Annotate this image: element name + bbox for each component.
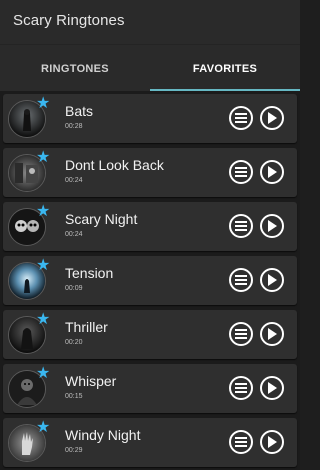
ringtone-name: Tension: [65, 265, 114, 281]
ringtone-duration: 00:09: [65, 285, 83, 292]
tab-favorites[interactable]: FAVORITES: [150, 45, 300, 92]
favorite-star-icon[interactable]: ★: [36, 96, 50, 112]
ringtone-duration: 00:29: [65, 447, 83, 454]
options-menu-button[interactable]: [229, 376, 253, 400]
list-item[interactable]: ★ Tension 00:09: [3, 256, 297, 305]
list-item[interactable]: ★ Bats 00:28: [3, 94, 297, 143]
list-item[interactable]: ★ Scary Night 00:24: [3, 202, 297, 251]
play-button[interactable]: [260, 322, 284, 346]
play-icon: [268, 166, 277, 178]
options-menu-button[interactable]: [229, 430, 253, 454]
menu-icon: [235, 275, 247, 285]
ringtone-duration: 00:28: [65, 123, 83, 130]
play-icon: [268, 220, 277, 232]
favorite-star-icon[interactable]: ★: [36, 258, 50, 274]
ringtone-duration: 00:24: [65, 231, 83, 238]
list-item[interactable]: ★ Thriller 00:20: [3, 310, 297, 359]
play-icon: [268, 436, 277, 448]
app-bar: Scary Ringtones: [0, 0, 300, 44]
ringtone-name: Scary Night: [65, 211, 138, 227]
play-button[interactable]: [260, 160, 284, 184]
ringtone-name: Dont Look Back: [65, 157, 164, 173]
ringtone-name: Whisper: [65, 373, 117, 389]
play-icon: [268, 274, 277, 286]
ringtone-duration: 00:20: [65, 339, 83, 346]
app-title: Scary Ringtones: [13, 12, 125, 29]
play-button[interactable]: [260, 430, 284, 454]
options-menu-button[interactable]: [229, 160, 253, 184]
tab-ringtones[interactable]: RINGTONES: [0, 45, 150, 92]
list-item[interactable]: ★ Whisper 00:15: [3, 364, 297, 413]
menu-icon: [235, 383, 247, 393]
favorite-star-icon[interactable]: ★: [36, 420, 50, 436]
options-menu-button[interactable]: [229, 106, 253, 130]
favorite-star-icon[interactable]: ★: [36, 366, 50, 382]
play-icon: [268, 382, 277, 394]
play-button[interactable]: [260, 106, 284, 130]
options-menu-button[interactable]: [229, 214, 253, 238]
menu-icon: [235, 113, 247, 123]
list-item[interactable]: ★ Dont Look Back 00:24: [3, 148, 297, 197]
menu-icon: [235, 329, 247, 339]
ringtone-name: Windy Night: [65, 427, 141, 443]
ringtone-duration: 00:24: [65, 177, 83, 184]
ringtone-name: Bats: [65, 103, 94, 119]
favorite-star-icon[interactable]: ★: [36, 312, 50, 328]
play-button[interactable]: [260, 376, 284, 400]
favorite-star-icon[interactable]: ★: [36, 204, 50, 220]
play-icon: [268, 328, 277, 340]
ringtone-list[interactable]: ★ Bats 00:28 ★ Dont Look Back 00:24 ★ Sc…: [0, 91, 300, 470]
list-item[interactable]: ★ Windy Night 00:29: [3, 418, 297, 467]
play-button[interactable]: [260, 268, 284, 292]
play-icon: [268, 112, 277, 124]
options-menu-button[interactable]: [229, 268, 253, 292]
tab-bar: RINGTONES FAVORITES: [0, 44, 300, 92]
play-button[interactable]: [260, 214, 284, 238]
ringtone-name: Thriller: [65, 319, 108, 335]
menu-icon: [235, 167, 247, 177]
favorite-star-icon[interactable]: ★: [36, 150, 50, 166]
menu-icon: [235, 221, 247, 231]
options-menu-button[interactable]: [229, 322, 253, 346]
menu-icon: [235, 437, 247, 447]
ringtone-duration: 00:15: [65, 393, 83, 400]
